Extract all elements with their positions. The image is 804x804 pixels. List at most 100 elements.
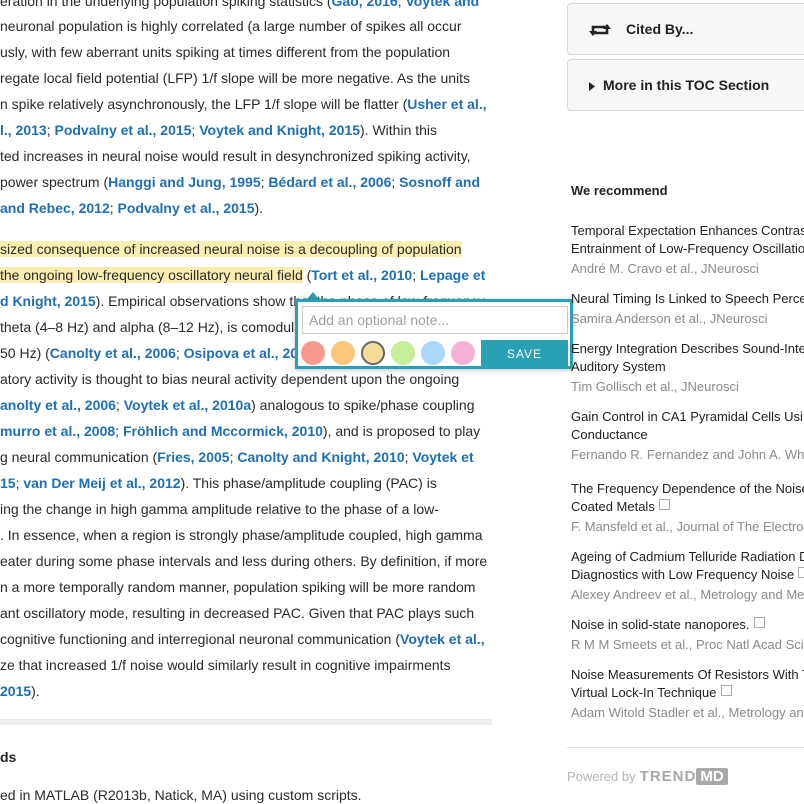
recommendation-title[interactable]: Noise in solid-state nanopores. [571,616,804,634]
recommendation-title[interactable]: Energy Integration Describes Sound-Inte [571,340,804,358]
article-line: . In essence, when a region is strongly … [0,526,483,544]
external-link-icon [658,499,670,510]
highlight-color-swatch[interactable] [361,341,385,365]
citation-link[interactable]: 2015 [0,683,31,699]
article-line: ant oscillatory mode, resulting in decre… [0,604,474,622]
citation-link[interactable]: Sosnoff and [399,174,480,190]
citation-link[interactable]: anolty et al., 2006 [0,397,116,413]
note-input[interactable] [302,306,568,334]
citation-link[interactable]: Fries, 2005 [157,449,229,465]
citation-link[interactable]: d Knight, 2015 [0,293,96,309]
citation-link[interactable]: Gao, 2016 [332,0,398,9]
citation-link[interactable]: Osipova et al., 20 [184,345,298,361]
citation-link[interactable]: Canolty and Knight, 2010 [237,449,404,465]
citation-link[interactable]: Bédard et al., 2006 [268,174,391,190]
citation-link[interactable]: Hanggi and Jung, 1995 [108,174,260,190]
recommendation-title-text: Diagnostics with Low Frequency Noise [571,567,795,582]
article-line: atory activity is thought to bias neural… [0,370,459,388]
recommendation-title-text: Noise Measurements Of Resistors With T [571,667,804,682]
recommendation-title[interactable]: Noise Measurements Of Resistors With T [571,666,804,684]
more-toc-section-button[interactable]: More in this TOC Section [567,59,804,111]
recommendation-item[interactable]: Noise in solid-state nanopores. R M M Sme… [571,616,804,654]
article-text: 50 Hz) ( [0,345,50,361]
article-text: regate local field potential (LFP) 1/f s… [0,70,471,86]
citation-link[interactable]: murro et al., 2008 [0,423,115,439]
article-text: ). [254,200,264,216]
section-divider [0,719,492,725]
article-text: ant oscillatory mode, resulting in decre… [0,605,475,621]
highlight-color-swatch[interactable] [301,341,325,365]
article-text: n spike relatively asynchronously, the L… [0,96,408,112]
article-text: the ongoing low-frequency oscillatory ne… [0,267,303,283]
citation-link[interactable]: Lepage et [420,267,485,283]
recommendation-authors: Tim Gollisch et al., JNeurosci [571,379,739,394]
article-body: eration in the underlying population spi… [0,0,500,804]
highlight-color-swatch[interactable] [391,341,415,365]
article-line: the ongoing low-frequency oscillatory ne… [0,266,485,284]
article-line: 50 Hz) (Canolty et al., 2006; Osipova et… [0,344,298,362]
article-text: ), and is proposed to play [322,423,481,439]
recommendation-authors: F. Mansfeld et al., Journal of The Elect… [571,519,804,534]
methods-text: ed in MATLAB (R2013b, Natick, MA) using … [0,787,362,803]
citation-link[interactable]: Voytek et al., [400,631,485,647]
recommendation-title[interactable]: The Frequency Dependence of the Noise [571,480,804,498]
recommendation-item[interactable]: Neural Timing Is Linked to Speech Perce S… [571,290,804,328]
recommendation-title[interactable]: Coated Metals [571,498,804,516]
article-text: ). This phase/amplitude coupling (PAC) i… [180,475,437,491]
recommendation-item[interactable]: Energy Integration Describes Sound-Inte A… [571,340,804,396]
recommendation-title[interactable]: Neural Timing Is Linked to Speech Perce [571,290,804,308]
recommendation-title[interactable]: Conductance [571,426,804,444]
citation-link[interactable]: and Rebec, 2012 [0,200,110,216]
citation-link[interactable]: van Der Meij et al., 2012 [23,475,180,491]
recommendation-title-text: The Frequency Dependence of the Noise [571,481,804,496]
citation-link[interactable]: Usher et al., [407,96,486,112]
save-button[interactable]: SAVE [481,340,568,366]
citation-link[interactable]: Voytek and Knight, 2015 [199,122,360,138]
citation-link[interactable]: Canolty et al., 2006 [50,345,176,361]
article-line: regate local field potential (LFP) 1/f s… [0,69,470,87]
highlight-color-swatch[interactable] [421,341,445,365]
article-line: anolty et al., 2006; Voytek et al., 2010… [0,396,475,414]
article-text: ze that increased 1/f noise would simila… [0,657,451,673]
recommendation-item[interactable]: Temporal Expectation Enhances Contras Ent… [571,222,804,278]
trendmd-logo-md: MD [696,768,728,785]
recommendation-title[interactable]: Gain Control in CA1 Pyramidal Cells Usi [571,408,804,426]
citation-link[interactable]: Tort et al., 2010 [311,267,412,283]
article-line: n a more temporally random manner, popul… [0,578,475,596]
cited-by-button[interactable]: Cited By... [567,3,804,55]
recommendation-item[interactable]: Gain Control in CA1 Pyramidal Cells Usi C… [571,408,804,464]
article-text: ( [302,267,312,283]
citation-link[interactable]: Podvalny et al., 2015 [118,200,255,216]
citation-link[interactable]: Podvalny et al., 2015 [54,122,191,138]
citation-link[interactable]: 15 [0,475,16,491]
citation-link[interactable]: Fröhlich and Mccormick, 2010 [123,423,323,439]
recommendation-item[interactable]: Ageing of Cadmium Telluride Radiation D D… [571,548,804,604]
recommendation-item[interactable]: The Frequency Dependence of the Noise Coa… [571,480,804,536]
highlight-color-swatch[interactable] [451,341,475,365]
article-text: ; [391,174,400,190]
recommendation-item[interactable]: Noise Measurements Of Resistors With T Vi… [571,666,804,722]
recommendation-title[interactable]: Temporal Expectation Enhances Contras [571,222,804,240]
article-text: ). [31,683,40,699]
article-line: theta (4–8 Hz) and alpha (8–12 Hz), is c… [0,318,302,336]
powered-by-trendmd[interactable]: Powered by TREND MD [567,768,728,785]
triangle-right-icon [589,82,595,91]
cited-by-label: Cited By... [626,21,694,37]
article-line: n spike relatively asynchronously, the L… [0,95,487,113]
recommendation-title[interactable]: Ageing of Cadmium Telluride Radiation D [571,548,804,566]
article-text: eration in the underlying population spi… [0,0,332,9]
article-line: sized consequence of increased neural no… [0,240,462,258]
article-line: murro et al., 2008; Fröhlich and Mccormi… [0,422,480,440]
recommendation-title[interactable]: Entrainment of Low-Frequency Oscillatio [571,240,804,258]
citation-link[interactable]: Voytek et [412,449,473,465]
note-popup-caret [307,292,319,299]
citation-link[interactable]: Voytek and [405,0,479,9]
citation-link[interactable]: l., 2013 [0,122,47,138]
recommendation-title[interactable]: Auditory System [571,358,804,376]
recommendation-title[interactable]: Virtual Lock-In Technique [571,684,804,702]
recommendation-title[interactable]: Diagnostics with Low Frequency Noise [571,566,804,584]
recommendation-title-text: Entrainment of Low-Frequency Oscillatio [571,241,804,256]
highlight-color-swatch[interactable] [331,341,355,365]
citation-link[interactable]: Voytek et al., 2010a [124,397,251,413]
article-line: usly, with few aberrant units spiking at… [0,43,450,61]
